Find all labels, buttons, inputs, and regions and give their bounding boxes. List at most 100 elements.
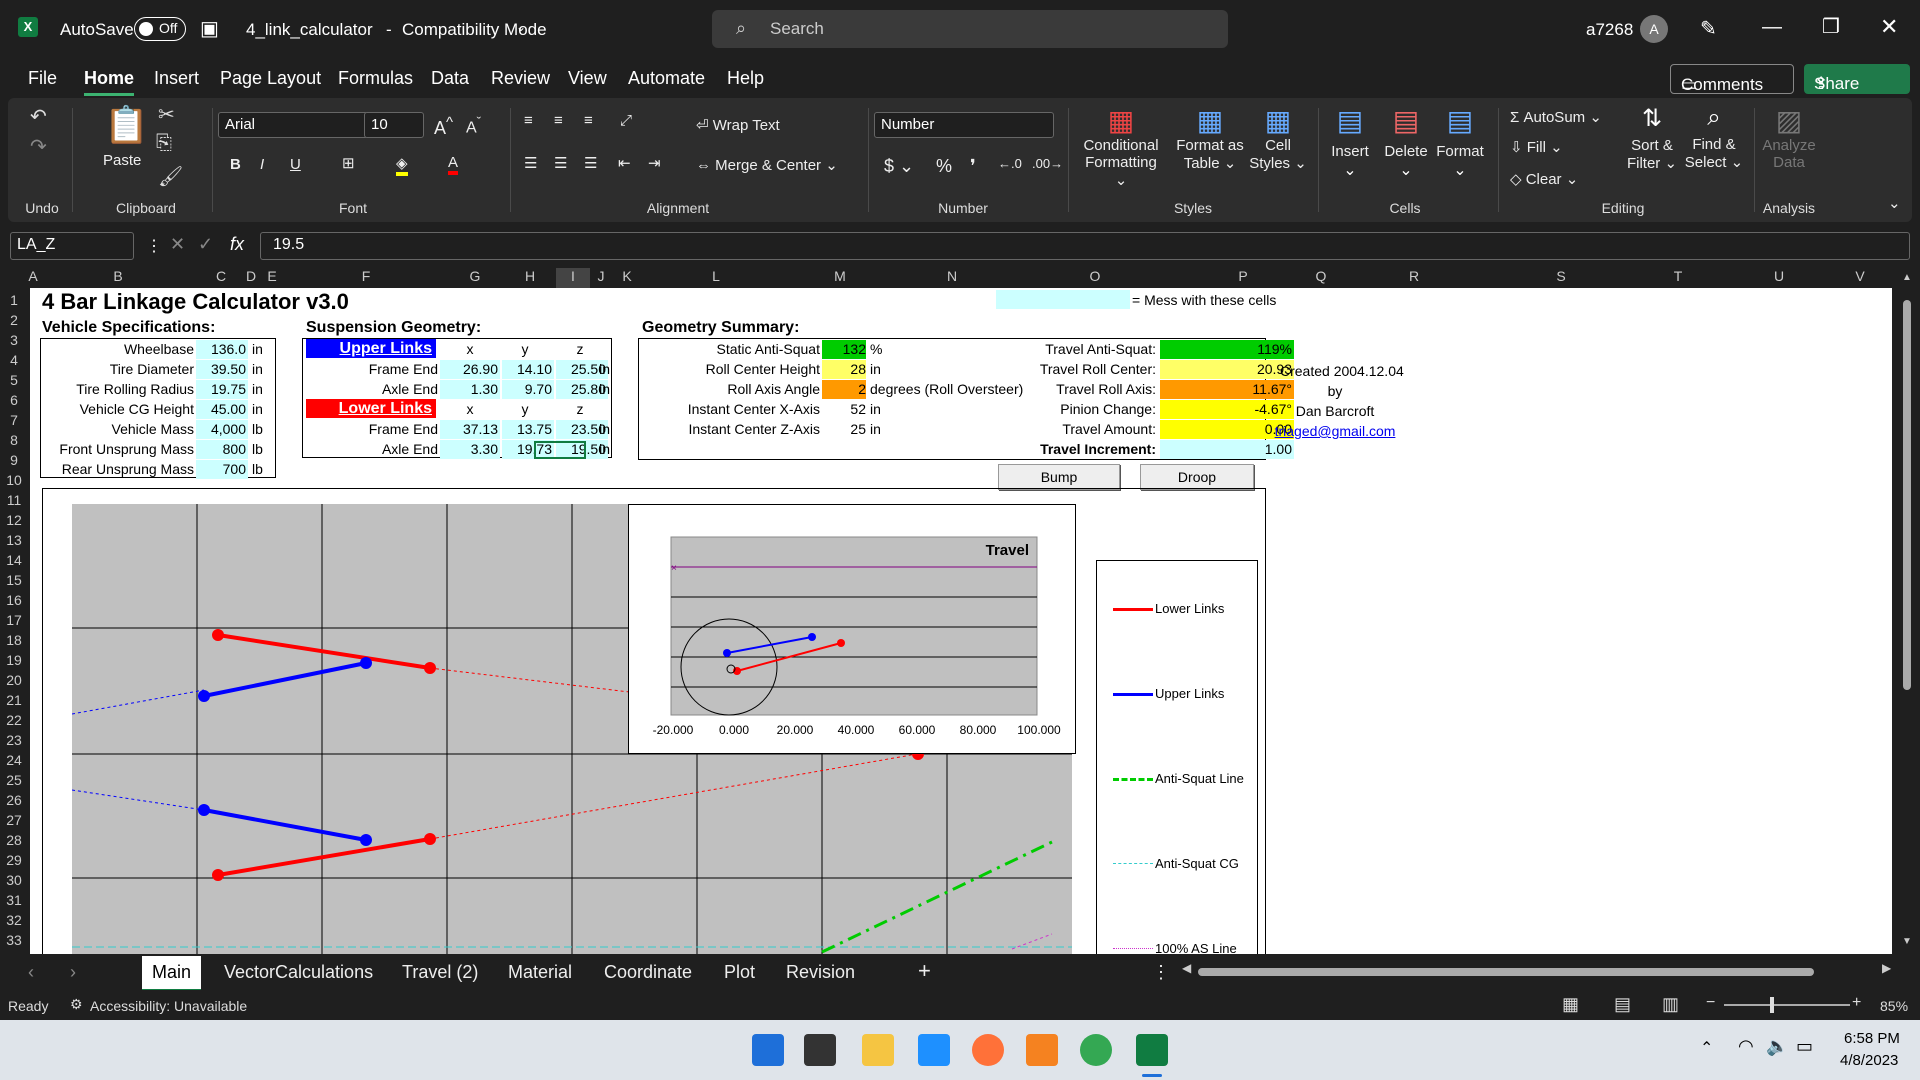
clock-time[interactable]: 6:58 PM [1844, 1030, 1900, 1047]
vertical-scrollbar[interactable]: ▲ ▼ [1896, 272, 1920, 952]
tab-main[interactable]: Main [142, 956, 202, 992]
undo-icon[interactable]: ↶ [30, 104, 47, 129]
format-cells-button[interactable]: ▤ Format ⌄ [1432, 104, 1488, 180]
row-header[interactable]: 19 [0, 652, 28, 672]
enter-icon[interactable]: ✓ [198, 234, 213, 255]
scroll-down-icon[interactable]: ▼ [1902, 936, 1912, 947]
close-icon[interactable]: ✕ [1880, 14, 1898, 40]
zoom-slider[interactable] [1724, 997, 1850, 1013]
menu-page-layout[interactable]: Page Layout [220, 68, 321, 89]
tab-travel-2[interactable]: Travel (2) [402, 962, 478, 983]
orientation-icon[interactable]: ⤢ [620, 112, 632, 129]
firefox-icon[interactable] [972, 1034, 1004, 1066]
row-header[interactable]: 23 [0, 732, 28, 752]
column-header[interactable]: P [1176, 268, 1310, 288]
menu-help[interactable]: Help [727, 68, 764, 89]
vehicle-spec-value[interactable]: 800 [196, 440, 248, 459]
menu-review[interactable]: Review [491, 68, 550, 89]
align-center-icon[interactable]: ☰ [554, 154, 567, 172]
cancel-icon[interactable]: ✕ [170, 234, 185, 255]
row-header[interactable]: 12 [0, 512, 28, 532]
conditional-formatting-button[interactable]: ▦ Conditional Formatting ⌄ [1078, 104, 1164, 189]
fill-button[interactable]: ⇩ Fill ⌄ [1510, 138, 1563, 156]
paste-icon[interactable]: 📋 [104, 104, 149, 146]
column-header[interactable]: C [198, 268, 244, 288]
menu-home[interactable]: Home [84, 68, 135, 96]
tab-vectorcalculations[interactable]: VectorCalculations [224, 962, 373, 983]
cut-icon[interactable]: ✂ [158, 102, 175, 127]
decrease-indent-icon[interactable]: ⇤ [618, 154, 631, 172]
tab-coordinate[interactable]: Coordinate [604, 962, 692, 983]
column-header[interactable]: S [1496, 268, 1626, 288]
prev-sheet-icon[interactable]: ‹ [28, 962, 34, 983]
row-header[interactable]: 2 [0, 312, 28, 332]
column-header[interactable]: A [28, 268, 38, 288]
column-header[interactable]: O [1014, 268, 1176, 288]
name-box[interactable]: LA_Z [10, 232, 134, 260]
column-header[interactable]: Q [1310, 268, 1332, 288]
row-header[interactable]: 8 [0, 432, 28, 452]
scroll-up-icon[interactable]: ▲ [1902, 272, 1912, 283]
horizontal-scrollbar[interactable]: ◀ ▶ [1182, 961, 1891, 977]
increase-decimal-icon[interactable]: ←.0 [998, 156, 1022, 171]
row-header[interactable]: 10 [0, 472, 28, 492]
start-icon[interactable] [752, 1034, 784, 1066]
redo-icon[interactable]: ↷ [30, 134, 47, 159]
fusion360-icon[interactable] [1026, 1034, 1058, 1066]
format-as-table-button[interactable]: ▦ Format as Table ⌄ [1172, 104, 1248, 172]
column-header[interactable]: R [1332, 268, 1496, 288]
clock-date[interactable]: 4/8/2023 [1840, 1052, 1898, 1069]
vehicle-spec-value[interactable]: 4,000 [196, 420, 248, 439]
currency-icon[interactable]: $ ⌄ [884, 156, 914, 177]
align-top-icon[interactable]: ≡ [524, 112, 533, 129]
suspension-x-value[interactable]: 3.30 [440, 440, 500, 459]
formula-input[interactable]: 19.5 [260, 232, 1910, 260]
column-header[interactable]: H [504, 268, 556, 288]
column-header[interactable]: K [612, 268, 642, 288]
column-header[interactable]: N [890, 268, 1014, 288]
row-header[interactable]: 27 [0, 812, 28, 832]
share-button[interactable]: ⇪ Share ⌄ [1804, 64, 1910, 94]
chevron-down-icon[interactable]: ⌄ [516, 20, 526, 34]
row-header[interactable]: 31 [0, 892, 28, 912]
column-header[interactable]: M [790, 268, 890, 288]
ccleaner-icon[interactable] [918, 1034, 950, 1066]
author-email-link[interactable]: triaged@gmail.com [1270, 422, 1400, 441]
align-middle-icon[interactable]: ≡ [554, 112, 563, 129]
restore-icon[interactable]: ❐ [1822, 14, 1840, 39]
page-break-view-icon[interactable]: ▥ [1662, 994, 1679, 1015]
row-header[interactable]: 1 [0, 292, 28, 312]
number-format-select[interactable]: Number [874, 112, 1054, 138]
row-header[interactable]: 22 [0, 712, 28, 732]
suspension-x-value[interactable]: 26.90 [440, 360, 500, 379]
page-layout-view-icon[interactable]: ▤ [1614, 994, 1631, 1015]
row-header[interactable]: 25 [0, 772, 28, 792]
column-header[interactable]: V [1828, 268, 1892, 288]
minimize-icon[interactable]: — [1762, 16, 1782, 39]
autosum-button[interactable]: Σ AutoSum ⌄ [1510, 108, 1602, 126]
column-header[interactable]: T [1626, 268, 1730, 288]
column-header[interactable]: D [244, 268, 258, 288]
column-header[interactable]: I [556, 268, 590, 288]
vehicle-spec-value[interactable]: 700 [196, 460, 248, 479]
column-header[interactable]: L [642, 268, 790, 288]
tab-revision[interactable]: Revision [786, 962, 855, 983]
find-select-button[interactable]: ⌕ Find & Select ⌄ [1684, 104, 1744, 171]
more-options-icon[interactable]: ⋮ [1152, 962, 1170, 983]
menu-view[interactable]: View [568, 68, 607, 89]
vehicle-spec-value[interactable]: 45.00 [196, 400, 248, 419]
row-header[interactable]: 17 [0, 612, 28, 632]
column-header[interactable]: J [590, 268, 612, 288]
column-header[interactable]: F [286, 268, 446, 288]
suspension-y-value[interactable]: 9.70 [502, 380, 554, 399]
borders-icon[interactable]: ⊞ [342, 154, 355, 172]
tray-chevron-icon[interactable]: ⌃ [1700, 1038, 1713, 1058]
menu-file[interactable]: File [28, 68, 57, 89]
italic-icon[interactable]: I [260, 156, 264, 173]
row-header[interactable]: 29 [0, 852, 28, 872]
decrease-decimal-icon[interactable]: .00→ [1032, 156, 1063, 171]
worksheet[interactable]: 4 Bar Linkage Calculator v3.0 = Mess wit… [30, 288, 1892, 954]
row-header[interactable]: 14 [0, 552, 28, 572]
bump-button[interactable]: Bump [998, 464, 1120, 490]
row-header[interactable]: 33 [0, 932, 28, 952]
